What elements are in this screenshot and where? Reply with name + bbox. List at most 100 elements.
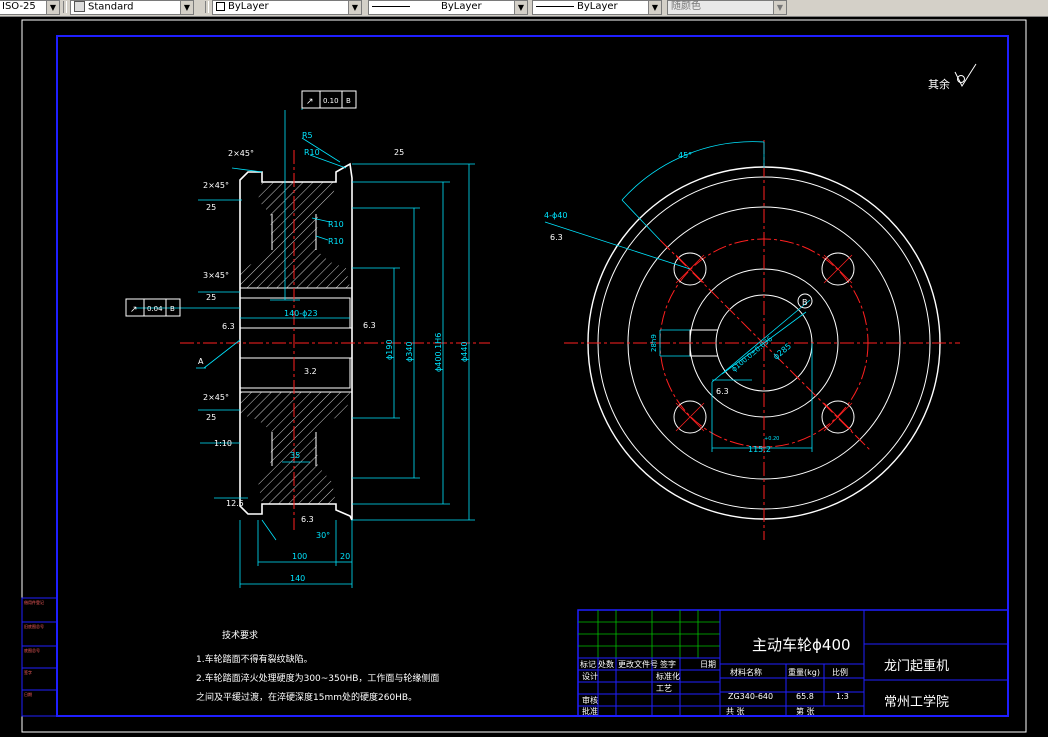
- width-dimension: 100: [292, 552, 307, 561]
- plotstyle-dropdown: 随颜色 ▼: [667, 0, 787, 15]
- chevron-down-icon[interactable]: ▼: [46, 1, 59, 14]
- linetype-value: ByLayer: [441, 1, 482, 12]
- toolbar: ISO-25 ▼ Standard ▼ ByLayer ▼ ByLayer ▼ …: [0, 0, 1048, 17]
- lineweight-value: ByLayer: [577, 1, 618, 12]
- header-count: 处数: [598, 659, 614, 669]
- strip-label: 日期: [24, 691, 32, 697]
- roughness-value: 6.3: [550, 233, 563, 242]
- sheet-inner-border: [56, 35, 1009, 717]
- color-dropdown[interactable]: ByLayer ▼: [212, 0, 362, 15]
- header-zone: 更改文件号: [618, 659, 658, 669]
- chevron-down-icon[interactable]: ▼: [514, 1, 527, 14]
- lineweight-dropdown[interactable]: ByLayer ▼: [532, 0, 662, 15]
- roughness-label: 其余: [928, 77, 950, 91]
- material-header: 材料名称: [730, 667, 762, 677]
- diameter-285: ϕ285: [772, 341, 794, 361]
- runout-icon: ↗: [130, 305, 138, 315]
- strip-label: 旧底图总号: [24, 623, 44, 629]
- left-revision-strip: 借用件登记 旧底图总号 底图总号 签字 日期: [21, 597, 58, 717]
- bore-lower: [239, 357, 351, 389]
- keyway-width: 28h9: [650, 334, 658, 352]
- web-dimension: 35: [290, 451, 300, 460]
- dimension-lines: [135, 93, 475, 588]
- notes-line: 之间及平缓过渡，在淬硬深度15mm处的硬度260HB。: [196, 691, 417, 703]
- radius-label: R5: [302, 131, 313, 140]
- chamfer-label: 3×45°: [203, 271, 229, 280]
- datum-b-label: B: [802, 298, 808, 307]
- title-block-text: 标记 处数 更改文件号 签字 日期 设计 标准化 工艺 审核 批准 主动车轮ϕ4…: [580, 636, 949, 716]
- notes-line: 2.车轮踏面淬火处理硬度为300~350HB，工作面与轮缘侧面: [196, 672, 439, 684]
- hatch-lower: [240, 392, 350, 504]
- front-view: 4-ϕ40 6.3 45° B ϕ285 ϕ100.0±0.036 28h9 1…: [544, 140, 960, 540]
- roughness-value: 6.3: [363, 321, 376, 330]
- text-style-icon: [74, 1, 85, 12]
- project-name: 龙门起重机: [884, 658, 949, 674]
- dimstyle-value: ISO-25: [2, 1, 36, 12]
- color-value: ByLayer: [228, 1, 269, 12]
- section-view: 2×45° 2×45° 3×45° 2×45° 25 25 25 25 3.2 …: [125, 90, 490, 588]
- chevron-down-icon[interactable]: ▼: [348, 1, 361, 14]
- part-name: 主动车轮ϕ400: [752, 636, 851, 654]
- diameter-400: ϕ400.1H6: [434, 333, 443, 372]
- tolerance-value: 0.10: [323, 97, 339, 105]
- width-dimension: 20: [340, 552, 350, 561]
- drawing-canvas[interactable]: 其余 2×45° 2×45° 3×45° 2×45° 25 25 25 25 3…: [0, 16, 1048, 737]
- chamfer-label: 2×45°: [203, 181, 229, 190]
- radius-label: R10: [328, 237, 344, 246]
- chevron-down-icon[interactable]: ▼: [180, 1, 193, 14]
- tolerance-frame-left: ↗ 0.04 B: [125, 298, 181, 317]
- tolerance-frame-top: ↗ 0.10 B: [301, 90, 357, 109]
- section-label-a: A: [198, 357, 204, 366]
- diameter-440: ϕ440: [460, 341, 469, 362]
- row-design: 设计: [582, 671, 598, 681]
- roughness-value: 25: [206, 413, 216, 422]
- toolbar-separator: [63, 1, 67, 13]
- chamfer-label: 2×45°: [228, 149, 254, 158]
- row-craft: 工艺: [656, 684, 672, 693]
- row-std: 标准化: [656, 671, 680, 681]
- roughness-value: 3.2: [304, 367, 317, 376]
- diameter-340: ϕ340: [405, 341, 414, 362]
- color-swatch-icon: [216, 1, 225, 11]
- revision-grid: [578, 610, 720, 658]
- lineweight-sample-icon: [536, 5, 574, 7]
- hatch-upper: [240, 182, 350, 288]
- header-sign: 签字: [660, 659, 676, 669]
- toolbar-separator: [205, 1, 209, 13]
- sheets-total: 共 张: [726, 707, 745, 716]
- roughness-value: 6.3: [716, 387, 729, 396]
- bore-diameter: ϕ100.0±0.036: [730, 335, 774, 374]
- front-annotations: 4-ϕ40 6.3 45° B ϕ285 ϕ100.0±0.036 28h9 1…: [544, 151, 813, 454]
- radius-label: R10: [304, 148, 320, 157]
- roughness-value: 25: [394, 148, 404, 157]
- sheet-outer-border: [21, 19, 1027, 733]
- header-mark: 标记: [580, 659, 596, 669]
- school-name: 常州工学院: [884, 694, 949, 710]
- row-approve: 批准: [582, 706, 598, 716]
- row-check: 审核: [582, 695, 598, 705]
- roughness-value: 25: [206, 203, 216, 212]
- scale-header: 比例: [832, 667, 848, 677]
- width-dimension: 140: [290, 574, 305, 583]
- strip-label: 底图总号: [24, 647, 40, 653]
- textstyle-dropdown[interactable]: Standard ▼: [70, 0, 194, 15]
- material-value: ZG340-640: [728, 692, 773, 701]
- linetype-sample-icon: [372, 5, 410, 7]
- dimstyle-dropdown[interactable]: ISO-25 ▼: [0, 0, 60, 15]
- strip-label: 借用件登记: [24, 599, 44, 605]
- radius-label: R10: [328, 220, 344, 229]
- angle-label: 45°: [678, 151, 692, 160]
- keyway-tolerance: +0.20: [764, 436, 779, 442]
- linetype-dropdown[interactable]: ByLayer ▼: [368, 0, 528, 15]
- holes-label: 4-ϕ40: [544, 211, 567, 220]
- chevron-down-icon[interactable]: ▼: [648, 1, 661, 14]
- notes-line: 1.车轮踏面不得有裂纹缺陷。: [196, 653, 313, 665]
- roughness-value: 6.3: [301, 515, 314, 524]
- weight-value: 65.8: [796, 692, 814, 701]
- bore-dimension: 140-ϕ23: [284, 309, 318, 318]
- title-block: 标记 处数 更改文件号 签字 日期 设计 标准化 工艺 审核 批准 主动车轮ϕ4…: [577, 609, 1009, 717]
- roughness-value: 12.5: [226, 499, 244, 508]
- technical-notes: 技术要求 1.车轮踏面不得有裂纹缺陷。 2.车轮踏面淬火处理硬度为300~350…: [196, 629, 439, 703]
- tolerance-value: 0.04: [147, 305, 163, 313]
- weight-header: 重量(kg): [788, 667, 820, 677]
